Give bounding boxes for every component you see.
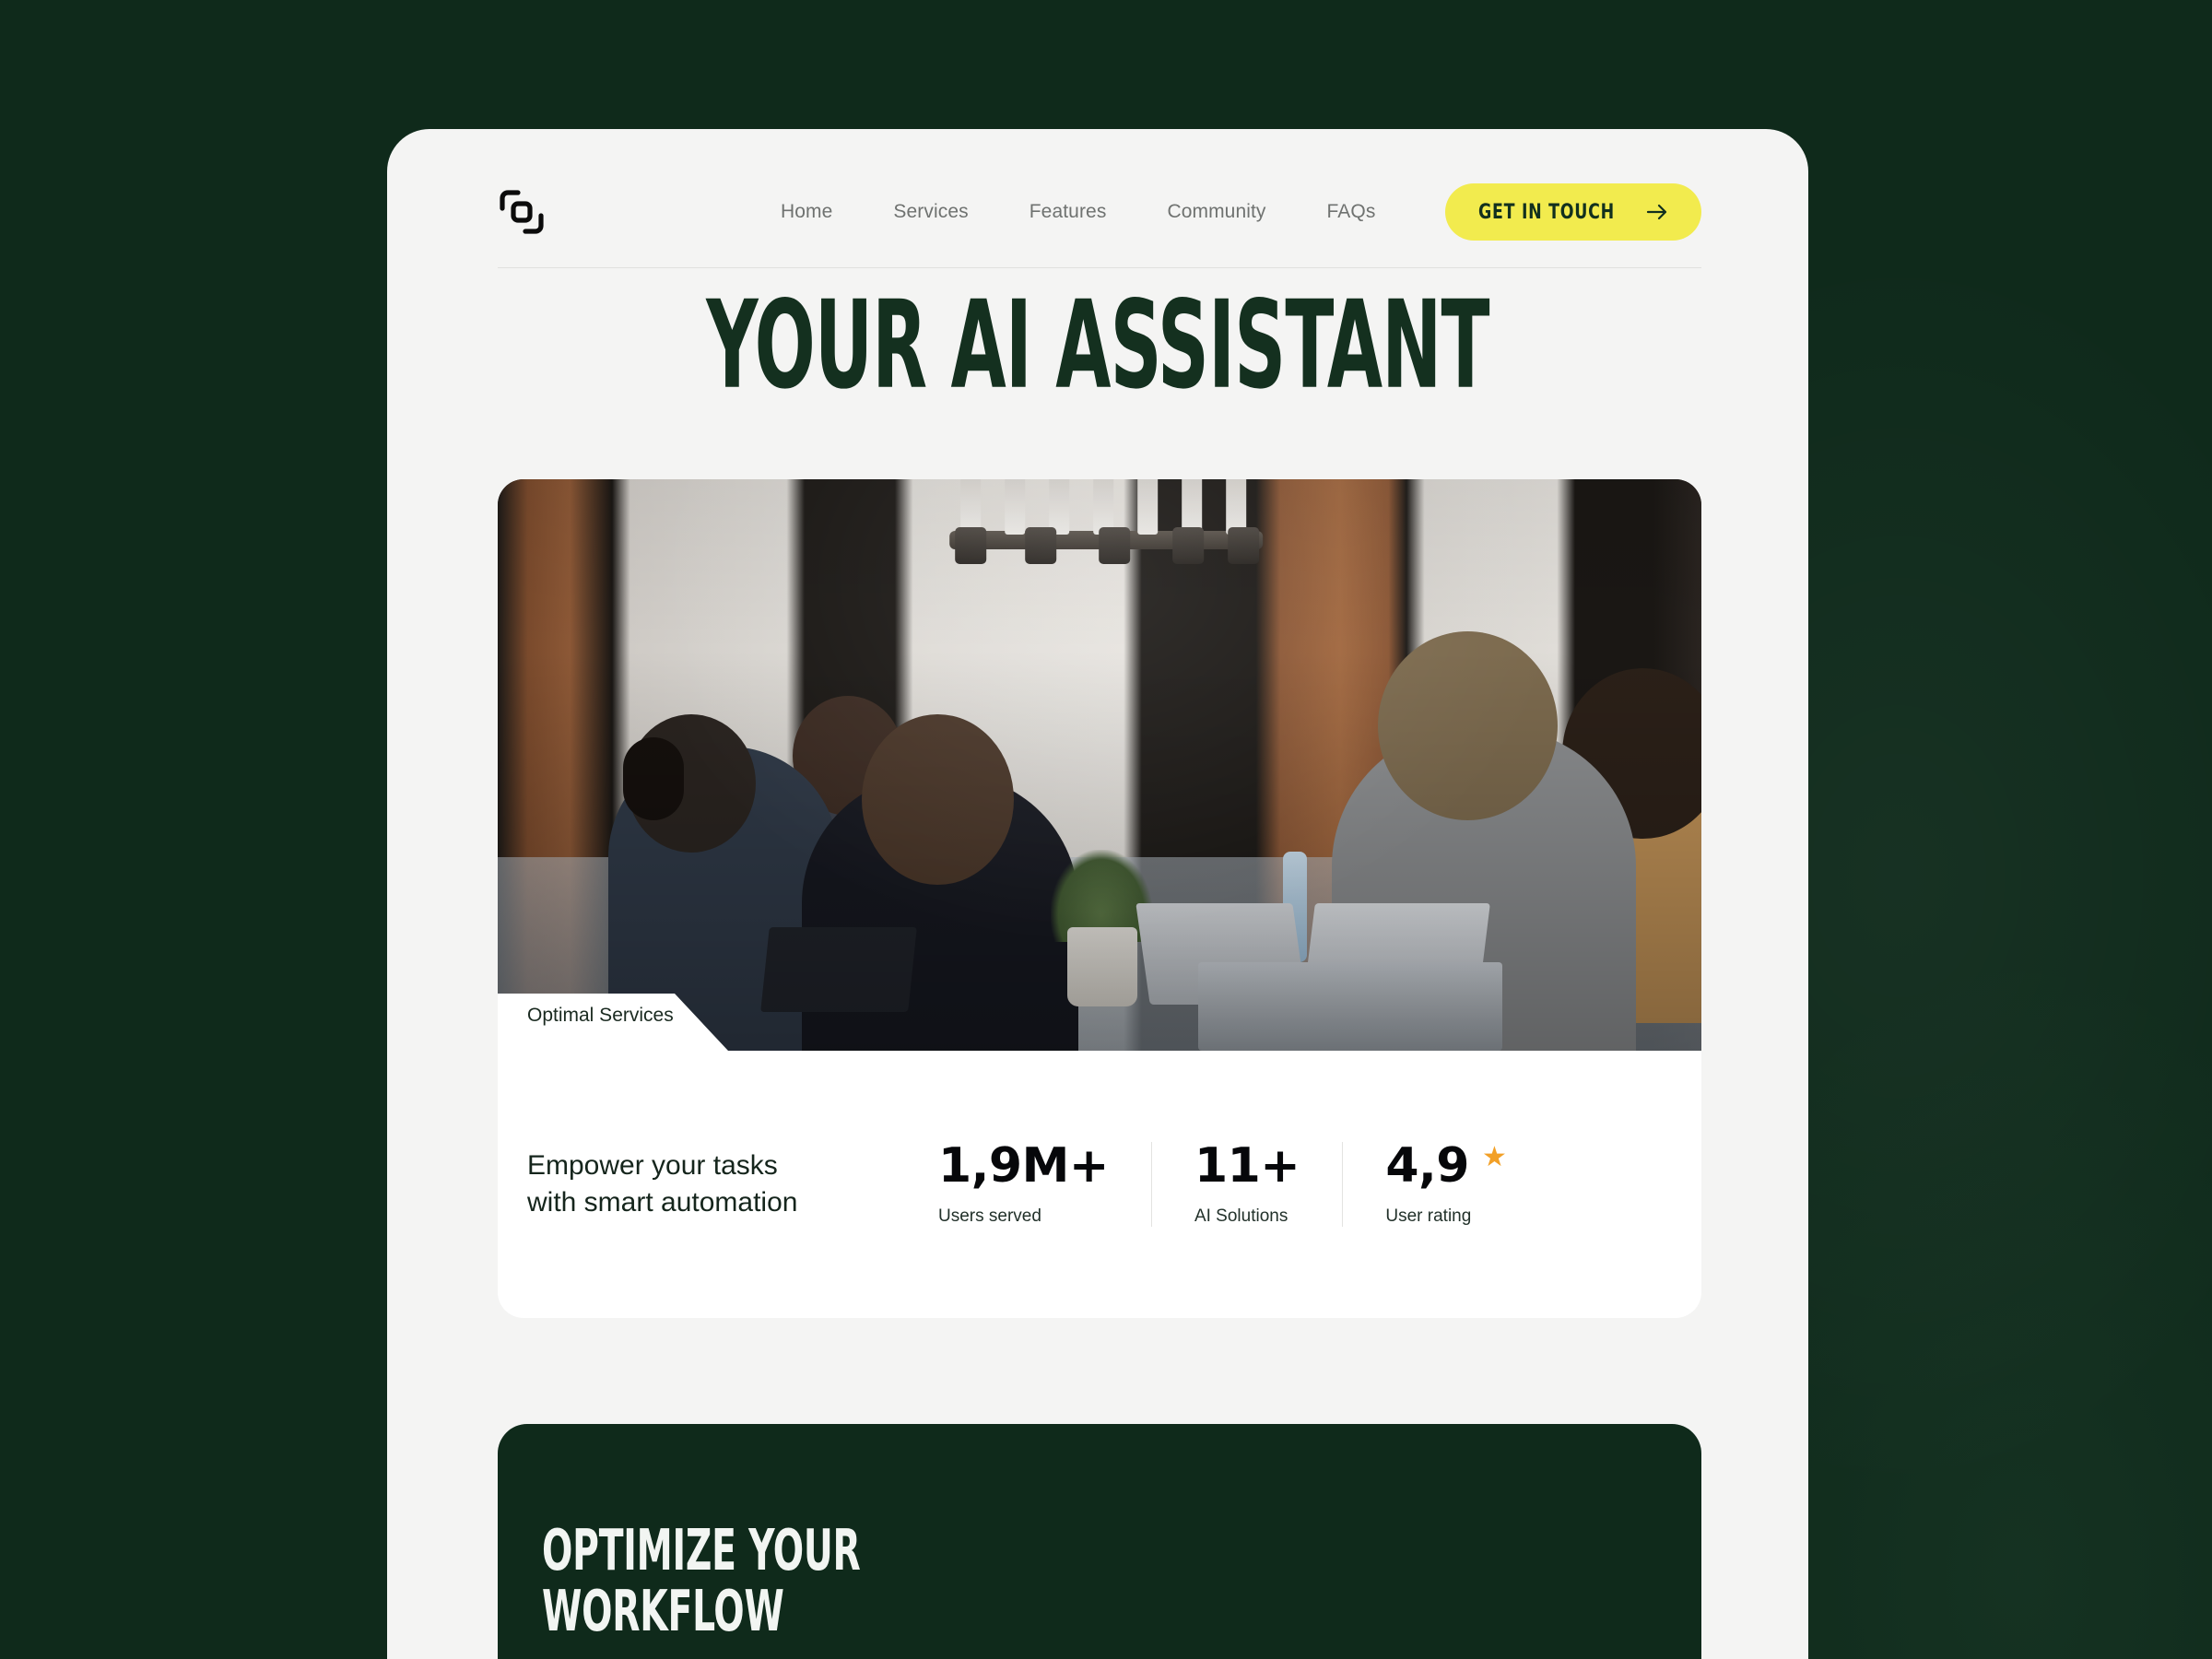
overlapping-squares-logo[interactable]: [498, 188, 546, 236]
page-title: YOUR AI ASSISTANT: [706, 276, 1489, 417]
stat-label: Users served: [938, 1206, 1041, 1226]
stat-users-served: 1,9M+ Users served: [896, 1142, 1151, 1227]
stat-value: 1,9M+: [938, 1138, 1109, 1194]
header-divider: [498, 267, 1701, 268]
star-icon: ★: [1482, 1142, 1507, 1172]
optimize-workflow-panel: OPTIMIZE YOUR WORKFLOW: [498, 1424, 1701, 1659]
main-navigation: Home Services Features Community FAQs: [781, 201, 1375, 223]
stat-label: AI Solutions: [1194, 1206, 1288, 1226]
get-in-touch-button[interactable]: GET IN TOUCH: [1444, 183, 1701, 241]
stat-ai-solutions: 11+ AI Solutions: [1150, 1138, 1342, 1227]
stats-headline: Empower your tasks with smart automation: [527, 1150, 798, 1218]
stats-card: Empower your tasks with smart automation…: [498, 1051, 1701, 1318]
arrow-right-icon: [1646, 204, 1667, 220]
get-in-touch-label: GET IN TOUCH: [1477, 200, 1615, 224]
nav-item-community[interactable]: Community: [1167, 201, 1265, 223]
nav-item-services[interactable]: Services: [893, 201, 968, 223]
hero-block: Optimal Services Empower your tasks with…: [498, 479, 1701, 1318]
nav-item-home[interactable]: Home: [781, 201, 832, 223]
nav-item-faqs[interactable]: FAQs: [1327, 201, 1376, 223]
hero-photo: Optimal Services: [498, 479, 1701, 1051]
stat-value: 11+: [1194, 1138, 1300, 1194]
nav-item-features[interactable]: Features: [1030, 201, 1107, 223]
hero-photo-vignette: [498, 479, 1701, 1051]
stat-label: User rating: [1385, 1206, 1472, 1226]
optimal-services-tag: Optimal Services: [498, 988, 737, 1051]
optimal-services-label: Optimal Services: [527, 1005, 674, 1026]
stat-user-rating: 4,9 ★ User rating: [1342, 1142, 1549, 1227]
stat-value: 4,9: [1385, 1138, 1469, 1194]
stat-group: 1,9M+ Users served 11+ AI Solutions 4,9 …: [896, 1142, 1549, 1227]
page-card: Home Services Features Community FAQs GE…: [387, 129, 1808, 1659]
optimize-workflow-title: OPTIMIZE YOUR WORKFLOW: [542, 1518, 861, 1645]
